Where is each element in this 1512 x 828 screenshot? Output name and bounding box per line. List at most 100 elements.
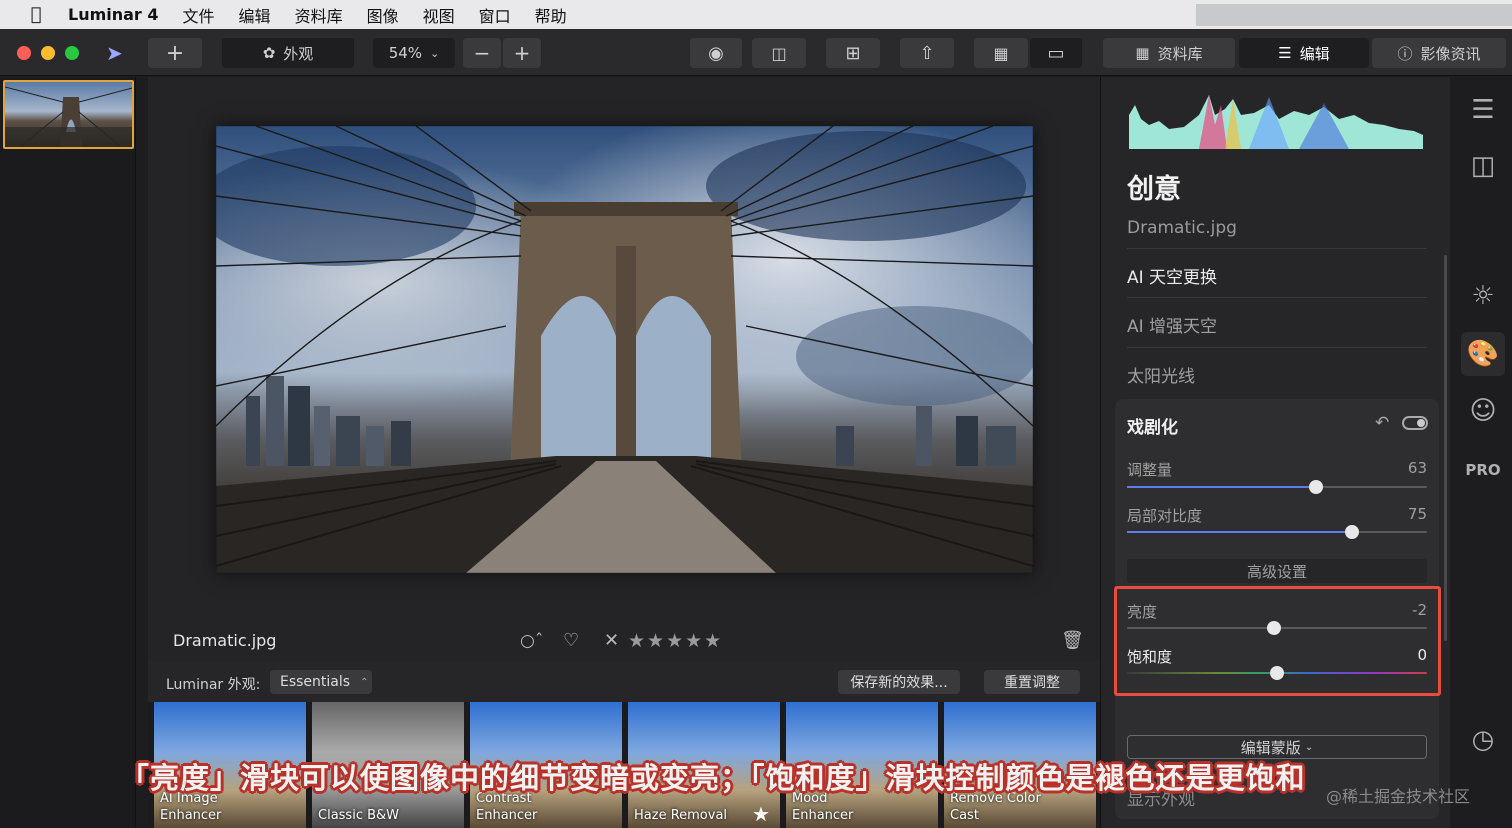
toggle-knob: [1417, 419, 1425, 427]
local-contrast-fill: [1127, 531, 1352, 533]
reject-icon[interactable]: ✕: [604, 630, 619, 651]
looks-category-value: Essentials: [280, 674, 351, 690]
library-icon: ▦: [1135, 44, 1150, 62]
amount-slider[interactable]: [1127, 480, 1427, 494]
looks-button[interactable]: ✿ 外观: [222, 38, 354, 68]
looks-category-select[interactable]: Essentials ⌃: [270, 670, 372, 694]
tool-sunrays[interactable]: 太阳光线: [1127, 347, 1427, 397]
trash-icon[interactable]: 🗑: [1061, 630, 1084, 651]
panel-filename: Dramatic.jpg: [1127, 218, 1237, 238]
zoom-value: 54%: [388, 44, 423, 62]
crop-button[interactable]: ⊞: [826, 38, 880, 68]
zoom-window-button[interactable]: [65, 46, 79, 60]
grid-view-button[interactable]: ▦: [974, 38, 1028, 68]
dramatic-tool-title[interactable]: 戏剧化: [1127, 413, 1178, 438]
single-view-icon: ▭: [1047, 42, 1065, 64]
tab-library-label: 资料库: [1157, 44, 1203, 63]
add-button[interactable]: +: [148, 38, 202, 68]
menu-help[interactable]: 帮助: [535, 3, 567, 27]
local-contrast-label: 局部对比度: [1127, 507, 1203, 525]
tool-ai-sky-enhancer[interactable]: AI 增强天空: [1127, 297, 1427, 347]
minus-icon: −: [473, 41, 491, 65]
crop-icon: ⊞: [845, 42, 861, 64]
sliders-icon: ☰: [1278, 44, 1292, 62]
tool-category-rail: ☰ ◫ ☼ 🎨 ☺ PRO ◷: [1451, 77, 1512, 828]
star-rating[interactable]: ★★★★★: [628, 630, 723, 652]
amount-label: 调整量: [1127, 461, 1173, 479]
looks-label: 外观: [283, 44, 314, 63]
app-menu[interactable]: Luminar 4: [68, 5, 159, 24]
zoom-select[interactable]: 54% ⌄: [373, 38, 455, 68]
chevron-up-icon: ⌃: [360, 676, 369, 688]
single-view-button[interactable]: ▭: [1030, 38, 1082, 68]
watermark: @稀土掘金技术社区: [1326, 787, 1471, 806]
menu-window[interactable]: 窗口: [479, 3, 511, 27]
menu-edit[interactable]: 编辑: [239, 3, 271, 27]
plus-icon: +: [513, 41, 531, 65]
bridge-thumbnail-image: [5, 86, 132, 147]
creative-palette-icon[interactable]: 🎨: [1461, 332, 1505, 376]
looks-label: Luminar 外观:: [166, 677, 261, 693]
menubar-status-area: [1196, 4, 1512, 26]
info-icon: ⓘ: [1397, 44, 1413, 63]
looks-icon: ✿: [262, 44, 276, 62]
apple-icon[interactable]: : [22, 0, 50, 29]
preview-button[interactable]: ◉: [690, 38, 742, 68]
main-photo[interactable]: [216, 126, 1033, 573]
grid-icon: ▦: [993, 43, 1009, 63]
menu-library[interactable]: 资料库: [295, 3, 343, 27]
toolbar: ➤ + ✿ 外观 54% ⌄ − + ◉ ◫ ⊞ ⇧ ▦ ▭ ▦ 资料库 ☰ 编…: [0, 29, 1512, 76]
tab-edit[interactable]: ☰ 编辑: [1239, 38, 1369, 68]
local-contrast-slider[interactable]: [1127, 525, 1427, 539]
annotation-highlight-box: [1114, 586, 1441, 696]
local-contrast-knob[interactable]: [1345, 525, 1359, 539]
edit-panel: 创意 Dramatic.jpg AI 天空更换 AI 增强天空 太阳光线 戏剧化…: [1100, 77, 1450, 828]
tool-ai-sky-replacement[interactable]: AI 天空更换: [1127, 248, 1427, 298]
pro-icon[interactable]: PRO: [1465, 453, 1500, 487]
filmstrip: [0, 77, 136, 828]
favorite-star-icon[interactable]: ★: [752, 802, 770, 826]
thumbnail-dramatic[interactable]: [3, 80, 134, 149]
panel-scrollbar[interactable]: [1444, 255, 1447, 641]
color-label-icon[interactable]: ○ˆ: [520, 631, 543, 651]
amount-knob[interactable]: [1309, 480, 1323, 494]
image-info-bar: Dramatic.jpg ○ˆ ♡ ✕ ★★★★★ 🗑: [148, 625, 1100, 662]
minimize-window-button[interactable]: [41, 46, 55, 60]
toggle-switch[interactable]: [1402, 416, 1428, 430]
chevron-down-icon: ⌄: [430, 46, 440, 60]
compare-button[interactable]: ◫: [752, 38, 806, 68]
tab-library[interactable]: ▦ 资料库: [1103, 38, 1235, 68]
tab-info-label: 影像资讯: [1420, 44, 1481, 63]
menu-view[interactable]: 视图: [423, 3, 455, 27]
menu-file[interactable]: 文件: [183, 3, 215, 27]
portrait-smile-icon[interactable]: ☺: [1466, 394, 1500, 428]
tutorial-caption: 「亮度」滑块可以使图像中的细节变暗或变亮；「饱和度」滑块控制颜色是褪色还是更饱和: [120, 761, 1306, 795]
undo-icon[interactable]: ↶: [1375, 413, 1389, 433]
essentials-sun-icon[interactable]: ☼: [1466, 279, 1500, 313]
share-icon: ⇧: [919, 42, 935, 64]
save-look-button[interactable]: 保存新的效果...: [838, 670, 960, 694]
looks-header: Luminar 外观: Essentials ⌃ 保存新的效果... 重置调整: [148, 662, 1100, 702]
mac-menubar:  Luminar 4 文件 编辑 资料库 图像 视图 窗口 帮助: [0, 0, 1512, 29]
histogram: [1129, 95, 1423, 149]
advanced-settings-button[interactable]: 高级设置: [1127, 559, 1427, 583]
amount-fill: [1127, 486, 1316, 488]
tab-info[interactable]: ⓘ 影像资讯: [1372, 38, 1506, 68]
plus-icon: +: [165, 40, 185, 66]
close-window-button[interactable]: [17, 46, 31, 60]
heart-icon[interactable]: ♡: [563, 630, 579, 651]
menu-image[interactable]: 图像: [367, 3, 399, 27]
layers-icon[interactable]: ☰: [1466, 93, 1500, 127]
bridge-photo-image: [216, 126, 1033, 573]
image-filename: Dramatic.jpg: [173, 631, 277, 650]
history-clock-icon[interactable]: ◷: [1466, 723, 1500, 757]
canvas-tools-icon[interactable]: ◫: [1466, 149, 1500, 183]
zoom-in-button[interactable]: +: [503, 38, 541, 68]
tab-edit-label: 编辑: [1299, 44, 1330, 63]
amount-value: 63: [1407, 459, 1427, 477]
share-button[interactable]: ⇧: [900, 38, 954, 68]
rocket-icon[interactable]: ➤: [106, 41, 123, 65]
reset-adjustments-button[interactable]: 重置调整: [984, 670, 1080, 694]
chevron-down-icon: ⌄: [1304, 741, 1314, 753]
zoom-out-button[interactable]: −: [463, 38, 501, 68]
